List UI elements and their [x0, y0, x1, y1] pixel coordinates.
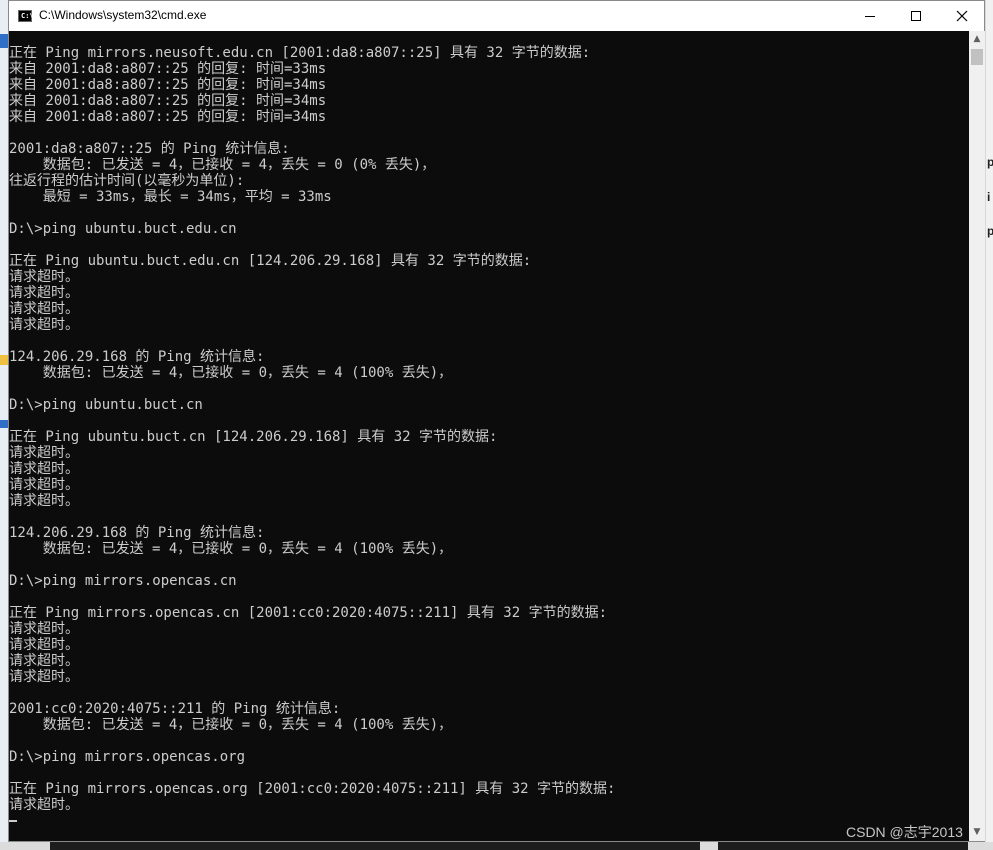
console-line: 请求超时。: [9, 653, 79, 669]
console-line: D:\>ping mirrors.opencas.org: [9, 749, 246, 765]
scroll-up-arrow-icon[interactable]: ▲: [969, 31, 985, 48]
console-line: 正在 Ping mirrors.neusoft.edu.cn [2001:da8…: [9, 45, 591, 61]
console-line: 2001:da8:a807::25 的 Ping 统计信息:: [9, 141, 290, 157]
console-line: 来自 2001:da8:a807::25 的回复: 时间=34ms: [9, 77, 327, 93]
cmd-app-icon[interactable]: C:\: [18, 10, 34, 22]
console-line: D:\>ping ubuntu.buct.edu.cn: [9, 221, 237, 237]
background-taskbar-block: [50, 842, 700, 850]
minimize-button[interactable]: [847, 1, 893, 31]
cmd-app-icon-label: C:\: [21, 12, 34, 20]
console-line: 请求超时。: [9, 301, 79, 317]
console-line: 请求超时。: [9, 461, 79, 477]
console-line: 来自 2001:da8:a807::25 的回复: 时间=33ms: [9, 61, 327, 77]
console-line: 正在 Ping mirrors.opencas.cn [2001:cc0:202…: [9, 605, 608, 621]
console-line: 124.206.29.168 的 Ping 统计信息:: [9, 349, 265, 365]
console-line: 请求超时。: [9, 637, 79, 653]
console-line: 请求超时。: [9, 621, 79, 637]
cmd-window[interactable]: C:\ C:\Windows\system32\cmd.exe 正在 Ping …: [8, 0, 985, 842]
maximize-icon: [911, 11, 921, 21]
scrollbar-thumb[interactable]: [971, 49, 983, 65]
vertical-scrollbar[interactable]: ▲ ▼: [969, 31, 985, 841]
console-text-area[interactable]: 正在 Ping mirrors.neusoft.edu.cn [2001:da8…: [9, 31, 969, 829]
console-line: 数据包: 已发送 = 4，已接收 = 0，丢失 = 4 (100% 丢失)，: [9, 541, 453, 557]
console-line: 2001:cc0:2020:4075::211 的 Ping 统计信息:: [9, 701, 341, 717]
title-bar[interactable]: C:\ C:\Windows\system32\cmd.exe: [9, 1, 984, 31]
console-line: 请求超时。: [9, 477, 79, 493]
console-line: 请求超时。: [9, 317, 79, 333]
console-line: 请求超时。: [9, 669, 79, 685]
text-cursor: [9, 820, 17, 822]
minimize-icon: [865, 16, 875, 17]
console-line: 来自 2001:da8:a807::25 的回复: 时间=34ms: [9, 93, 327, 109]
background-taskbar-strip: [0, 842, 993, 850]
console-line: 请求超时。: [9, 445, 79, 461]
console-line: 数据包: 已发送 = 4，已接收 = 0，丢失 = 4 (100% 丢失)，: [9, 717, 453, 733]
window-title: C:\Windows\system32\cmd.exe: [39, 8, 207, 22]
close-button[interactable]: [939, 1, 985, 31]
console-line: 正在 Ping ubuntu.buct.edu.cn [124.206.29.1…: [9, 253, 532, 269]
console-cursor-line: [9, 813, 969, 829]
console-line: 请求超时。: [9, 797, 79, 813]
close-icon: [956, 10, 968, 22]
maximize-button[interactable]: [893, 1, 939, 31]
console-line: 请求超时。: [9, 493, 79, 509]
console-line: 124.206.29.168 的 Ping 统计信息:: [9, 525, 265, 541]
console-line: D:\>ping mirrors.opencas.cn: [9, 573, 237, 589]
console-line: 数据包: 已发送 = 4，已接收 = 0，丢失 = 4 (100% 丢失)，: [9, 365, 453, 381]
console-line: 数据包: 已发送 = 4，已接收 = 4，丢失 = 0 (0% 丢失)，: [9, 157, 436, 173]
background-desktop-right-edge: p i p: [985, 0, 993, 850]
console-line: 正在 Ping mirrors.opencas.org [2001:cc0:20…: [9, 781, 616, 797]
console-line: D:\>ping ubuntu.buct.cn: [9, 397, 203, 413]
console-line: 最短 = 33ms，最长 = 34ms，平均 = 33ms: [9, 189, 332, 205]
console-line: 来自 2001:da8:a807::25 的回复: 时间=34ms: [9, 109, 327, 125]
console-line: 往返行程的估计时间(以毫秒为单位):: [9, 173, 245, 189]
background-tab-marker: [0, 34, 8, 48]
background-desktop-left-edge: [0, 0, 8, 850]
console-line: 正在 Ping ubuntu.buct.cn [124.206.29.168] …: [9, 429, 498, 445]
background-taskbar-block: [718, 842, 968, 850]
watermark-text: CSDN @志宇2013: [846, 824, 963, 840]
scroll-down-arrow-icon[interactable]: ▼: [969, 824, 985, 841]
console-line: 请求超时。: [9, 285, 79, 301]
console-line: 请求超时。: [9, 269, 79, 285]
console-output[interactable]: 正在 Ping mirrors.neusoft.edu.cn [2001:da8…: [9, 31, 969, 841]
background-tab-marker: [0, 355, 8, 365]
background-tab-marker: [0, 420, 8, 428]
